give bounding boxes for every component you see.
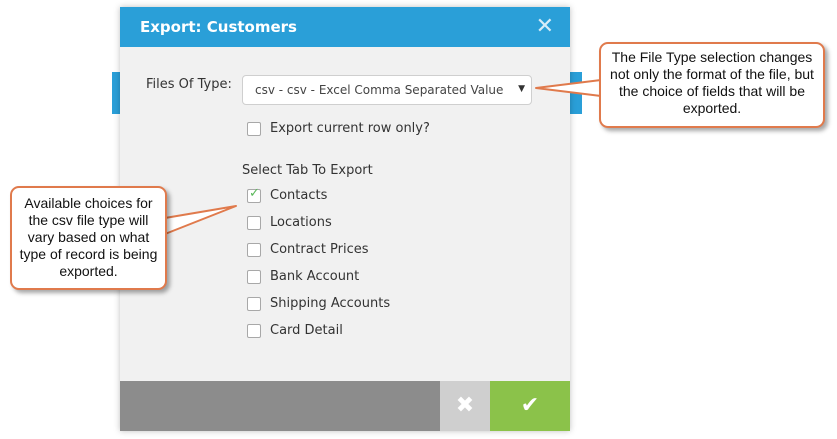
- tab-option-label: Locations: [270, 215, 332, 230]
- dialog-title: Export: Customers: [140, 18, 297, 36]
- tab-option-label: Card Detail: [270, 323, 343, 338]
- contract-prices-checkbox[interactable]: [247, 243, 261, 257]
- ok-button[interactable]: ✔: [490, 381, 570, 431]
- checkmark-icon: ✓: [249, 186, 260, 201]
- files-of-type-label: Files Of Type:: [146, 77, 232, 92]
- shipping-accounts-checkbox[interactable]: [247, 297, 261, 311]
- export-row-only-label: Export current row only?: [270, 121, 430, 136]
- choices-callout: Available choices for the csv file type …: [10, 186, 167, 290]
- contacts-checkbox[interactable]: ✓: [247, 186, 261, 203]
- cancel-button[interactable]: ✖: [440, 381, 490, 431]
- chevron-down-icon: ▼: [518, 84, 525, 94]
- select-tab-label: Select Tab To Export: [242, 163, 373, 178]
- export-dialog: Export: Customers ✕ Files Of Type: csv -…: [120, 7, 570, 431]
- tab-option-label: Contacts: [270, 188, 328, 203]
- dialog-header: Export: Customers ✕: [120, 7, 570, 47]
- file-type-value: csv - csv - Excel Comma Separated Value: [255, 83, 504, 97]
- card-detail-checkbox[interactable]: [247, 324, 261, 338]
- tab-option-label: Bank Account: [270, 269, 360, 284]
- close-icon[interactable]: ✕: [536, 14, 554, 39]
- tab-option-label: Shipping Accounts: [270, 296, 391, 311]
- x-icon: ✖: [455, 393, 475, 418]
- background-panel-right: [570, 72, 582, 114]
- locations-checkbox[interactable]: [247, 216, 261, 230]
- checkmark-icon: ✔: [520, 393, 540, 418]
- bank-account-checkbox[interactable]: [247, 270, 261, 284]
- export-row-only-checkbox[interactable]: [247, 122, 261, 136]
- tab-option-label: Contract Prices: [270, 242, 369, 257]
- file-type-callout: The File Type selection changes not only…: [599, 42, 825, 128]
- file-type-select[interactable]: csv - csv - Excel Comma Separated Value …: [242, 75, 532, 105]
